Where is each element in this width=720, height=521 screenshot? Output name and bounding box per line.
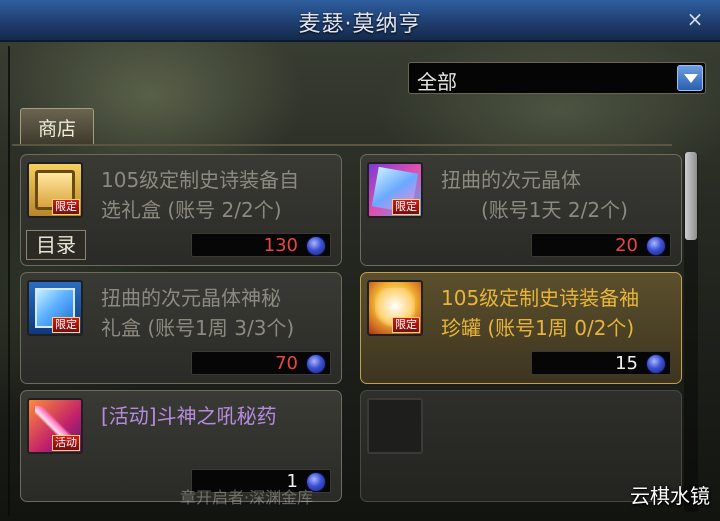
epic-jar-icon: 限定 xyxy=(367,280,423,336)
ceramic-coin-icon xyxy=(306,236,326,256)
shop-item-card[interactable]: 限定 扭曲的次元晶体 (账号1天 2/2个) 20 xyxy=(360,154,682,266)
item-price: 15 xyxy=(531,351,671,375)
scrollbar-thumb[interactable] xyxy=(685,152,697,240)
limited-badge: 限定 xyxy=(52,317,80,333)
watermark: 云棋水镜 xyxy=(630,484,710,508)
item-price: 70 xyxy=(191,351,331,375)
background-text: 章开启者·深渊金库 xyxy=(180,488,314,507)
window-title-bar: 麦瑟·莫纳亨 × xyxy=(0,0,720,42)
close-icon[interactable]: × xyxy=(684,8,706,30)
price-value: 70 xyxy=(275,353,298,374)
ceramic-coin-icon xyxy=(646,236,666,256)
empty-slot-icon xyxy=(367,398,423,454)
price-value: 130 xyxy=(263,235,298,256)
price-value: 20 xyxy=(615,235,638,256)
item-name: [活动]斗神之吼秘药 xyxy=(101,404,277,428)
chevron-down-icon[interactable] xyxy=(677,65,703,91)
item-name: 扭曲的次元晶体 (账号1天 2/2个) xyxy=(441,168,628,222)
shop-item-card[interactable]: 限定 扭曲的次元晶体神秘 礼盒 (账号1周 3/3个) 70 xyxy=(20,272,342,384)
dimension-crystal-icon: 限定 xyxy=(367,162,423,218)
item-price: 130 xyxy=(191,233,331,257)
event-badge: 活动 xyxy=(52,435,80,451)
filter-selected-value: 全部 xyxy=(417,70,457,94)
tab-shop-label: 商店 xyxy=(37,118,76,140)
frame-divider xyxy=(8,46,10,516)
ceramic-coin-icon xyxy=(306,354,326,374)
item-price: 20 xyxy=(531,233,671,257)
ceramic-coin-icon xyxy=(646,354,666,374)
window-title: 麦瑟·莫纳亨 xyxy=(298,12,422,37)
catalog-button[interactable]: 目录 xyxy=(26,230,86,260)
scrollbar[interactable] xyxy=(684,152,698,512)
item-name: 扭曲的次元晶体神秘 礼盒 (账号1周 3/3个) xyxy=(101,286,295,340)
limited-badge: 限定 xyxy=(392,317,420,333)
item-name: 105级定制史诗装备袖 珍罐 (账号1周 0/2个) xyxy=(441,286,640,340)
category-filter-select[interactable]: 全部 xyxy=(408,62,706,94)
shop-item-card-selected[interactable]: 限定 105级定制史诗装备袖 珍罐 (账号1周 0/2个) 15 xyxy=(360,272,682,384)
item-name: 105级定制史诗装备自 选礼盒 (账号 2/2个) xyxy=(101,168,300,222)
tab-divider xyxy=(12,144,672,146)
limited-badge: 限定 xyxy=(52,199,80,215)
crystal-giftbox-icon: 限定 xyxy=(27,280,83,336)
price-value: 15 xyxy=(615,353,638,374)
tab-shop[interactable]: 商店 xyxy=(20,108,94,144)
golden-chest-icon: 限定 xyxy=(27,162,83,218)
potion-icon: 活动 xyxy=(27,398,83,454)
limited-badge: 限定 xyxy=(392,199,420,215)
